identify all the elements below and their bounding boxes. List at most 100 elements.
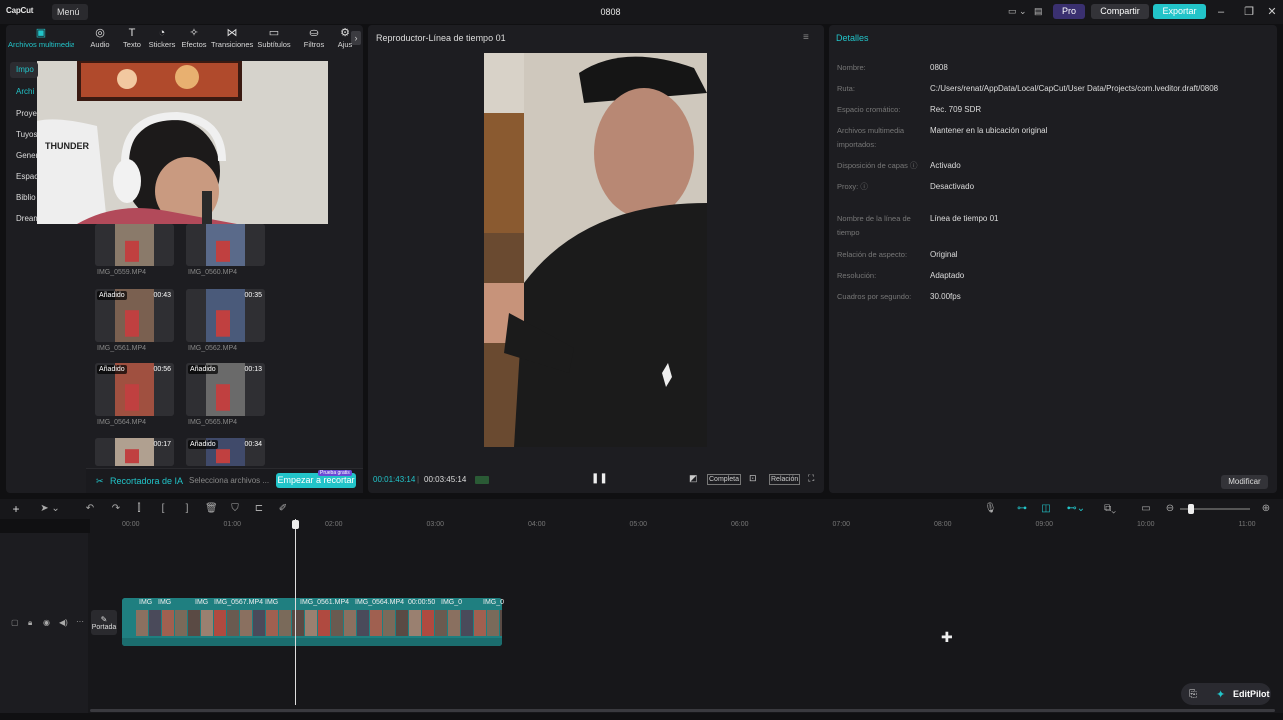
auto-reframe-icon[interactable]: ⧉⌄ bbox=[1098, 503, 1122, 515]
pause-button[interactable]: ❚❚ bbox=[591, 473, 608, 484]
eye-icon[interactable]: ◉ bbox=[43, 618, 50, 627]
media-name: IMG_0561.MP4 bbox=[97, 345, 147, 352]
tab-label: Audio bbox=[90, 40, 110, 49]
more-icon[interactable]: ··· bbox=[76, 617, 84, 626]
share-button[interactable]: Compartir bbox=[1091, 4, 1149, 19]
shield-icon[interactable]: ⛉ bbox=[229, 503, 241, 515]
fullscreen-icon[interactable]: ⛶ bbox=[808, 473, 814, 484]
media-thumb[interactable] bbox=[186, 224, 265, 266]
playhead-handle[interactable] bbox=[292, 520, 299, 529]
tab-6[interactable]: ▭ Subtítulos bbox=[255, 27, 293, 49]
media-thumb[interactable]: 00:17 bbox=[95, 438, 174, 466]
speaker-icon[interactable]: ◀) bbox=[59, 618, 68, 627]
sidebar-item-1[interactable]: Archi bbox=[10, 84, 38, 100]
captions-icon[interactable]: ▭ bbox=[1140, 503, 1152, 515]
zoom-out-icon[interactable]: ⊖ bbox=[1164, 503, 1176, 515]
close-icon[interactable]: ✕ bbox=[1265, 5, 1279, 19]
transitions-icon: ⋈ bbox=[226, 27, 238, 39]
clip-frame bbox=[370, 610, 382, 636]
snapshot-icon[interactable]: ⊡ bbox=[749, 473, 757, 484]
detail-label: Nombre de la línea de tiempo bbox=[837, 214, 911, 237]
redo-icon[interactable]: ↷ bbox=[110, 503, 122, 515]
media-name: IMG_0565.MP4 bbox=[188, 419, 238, 426]
split-icon[interactable]: ⫿ bbox=[133, 503, 145, 515]
feedback-icon[interactable]: ⎘ bbox=[1189, 689, 1197, 700]
tab-1[interactable]: ◎ Audio bbox=[85, 27, 115, 49]
link-clips-icon[interactable]: ⊶ bbox=[1016, 503, 1028, 515]
added-tag: Añadido bbox=[188, 440, 218, 449]
tab-label: Stickers bbox=[148, 40, 176, 49]
playhead[interactable] bbox=[295, 519, 296, 705]
tab-2[interactable]: T Texto bbox=[117, 27, 147, 49]
select-tool-icon[interactable]: ➤ ⌄ bbox=[37, 503, 63, 515]
media-thumb[interactable]: Añadido 00:34 bbox=[186, 438, 265, 466]
magic-edit-icon[interactable]: ✐ bbox=[277, 503, 289, 515]
undo-icon[interactable]: ↶ bbox=[84, 503, 96, 515]
freeze-icon[interactable]: ⊏ bbox=[253, 503, 265, 515]
media-thumb[interactable]: Añadido 00:56 bbox=[95, 363, 174, 416]
tab-7[interactable]: ⛀ Filtros bbox=[299, 27, 329, 49]
preview-axis-icon[interactable]: ⊷⌄ bbox=[1064, 503, 1088, 515]
media-thumb[interactable]: Añadido 00:13 bbox=[186, 363, 265, 416]
sidebar-item-7[interactable]: Dream bbox=[10, 211, 38, 227]
complete-view-button[interactable]: Completa bbox=[707, 474, 741, 485]
magnet-icon[interactable]: ◫ bbox=[1040, 503, 1052, 515]
tab-8[interactable]: ⚙ Ajus bbox=[330, 27, 360, 49]
cover-button[interactable]: ✎ Portada bbox=[91, 610, 117, 635]
lock-icon[interactable]: 🔒︎ bbox=[28, 618, 32, 628]
detail-label: Cuadros por segundo: bbox=[837, 292, 912, 301]
export-button[interactable]: Exportar bbox=[1153, 4, 1206, 19]
add-track-icon[interactable]: + bbox=[10, 503, 22, 515]
minimize-icon[interactable]: – bbox=[1214, 5, 1228, 19]
tab-4[interactable]: ✧ Efectos bbox=[179, 27, 209, 49]
media-thumb[interactable]: 00:35 bbox=[186, 289, 265, 342]
trim-left-icon[interactable]: [ bbox=[157, 503, 169, 515]
clip-frame bbox=[435, 610, 447, 636]
media-thumb[interactable] bbox=[95, 224, 174, 266]
shortcuts-icon[interactable]: ▤ bbox=[1034, 6, 1046, 18]
sidebar-item-0[interactable]: Impo bbox=[10, 62, 38, 78]
cursor-crosshair-icon: ✚ bbox=[941, 629, 953, 645]
current-time: 00:01:43:14 bbox=[373, 475, 416, 484]
tab-3[interactable]: ◔ Stickers bbox=[147, 27, 177, 49]
timeline-scrollbar[interactable] bbox=[90, 709, 1275, 712]
clip-frame bbox=[331, 610, 343, 636]
ai-select-files[interactable]: Selecciona archivos ... bbox=[189, 476, 269, 485]
sidebar-item-6[interactable]: Biblio bbox=[10, 190, 38, 206]
zoom-slider-handle[interactable] bbox=[1188, 504, 1194, 514]
aspect-ratio-button[interactable]: Relación bbox=[769, 474, 801, 485]
clip-frame bbox=[396, 610, 408, 636]
pro-button[interactable]: Pro bbox=[1053, 4, 1085, 19]
delete-icon[interactable]: 🗑 bbox=[205, 503, 218, 515]
sidebar-item-2[interactable]: Proye bbox=[10, 106, 38, 122]
svg-text:THUNDER: THUNDER bbox=[45, 141, 89, 151]
restore-icon[interactable]: ❐ bbox=[1242, 5, 1256, 19]
sidebar-item-4[interactable]: Gener bbox=[10, 148, 38, 164]
clip-frame bbox=[266, 610, 278, 636]
subtitles-icon: ▭ bbox=[268, 27, 280, 39]
clip-frame bbox=[214, 610, 226, 636]
detail-label: Relación de aspecto: bbox=[837, 250, 908, 259]
modify-button[interactable]: Modificar bbox=[1221, 475, 1268, 489]
tab-5[interactable]: ⋈ Transiciones bbox=[211, 27, 253, 49]
tab-0[interactable]: ▣ Archivos multimedia bbox=[8, 27, 74, 49]
microphone-icon[interactable]: 🎙 bbox=[984, 503, 997, 515]
sidebar-item-3[interactable]: Tuyos bbox=[10, 127, 38, 143]
timeline-ruler[interactable] bbox=[90, 519, 1283, 533]
ruler-tick: 07:00 bbox=[832, 521, 851, 528]
sidebar-item-5[interactable]: Espac bbox=[10, 169, 38, 185]
player-menu-icon[interactable]: ≡ bbox=[803, 32, 809, 43]
clip-frame bbox=[461, 610, 473, 636]
trim-right-icon[interactable]: ] bbox=[181, 503, 193, 515]
track-lock-icon[interactable]: ▢ bbox=[11, 618, 19, 627]
ruler-tick: 11:00 bbox=[1238, 521, 1256, 528]
layout-icon[interactable]: ▭ ⌄ bbox=[1008, 6, 1034, 18]
clip-frame bbox=[448, 610, 460, 636]
media-thumb[interactable]: Añadido 00:43 bbox=[95, 289, 174, 342]
crop-icon[interactable]: ◩ bbox=[689, 473, 698, 484]
ruler-tick: 09:00 bbox=[1035, 521, 1054, 528]
detail-value: Adaptado bbox=[930, 271, 965, 280]
clip-frame bbox=[175, 610, 187, 636]
cover-label: Portada bbox=[91, 624, 117, 631]
zoom-in-icon[interactable]: ⊕ bbox=[1260, 503, 1272, 515]
